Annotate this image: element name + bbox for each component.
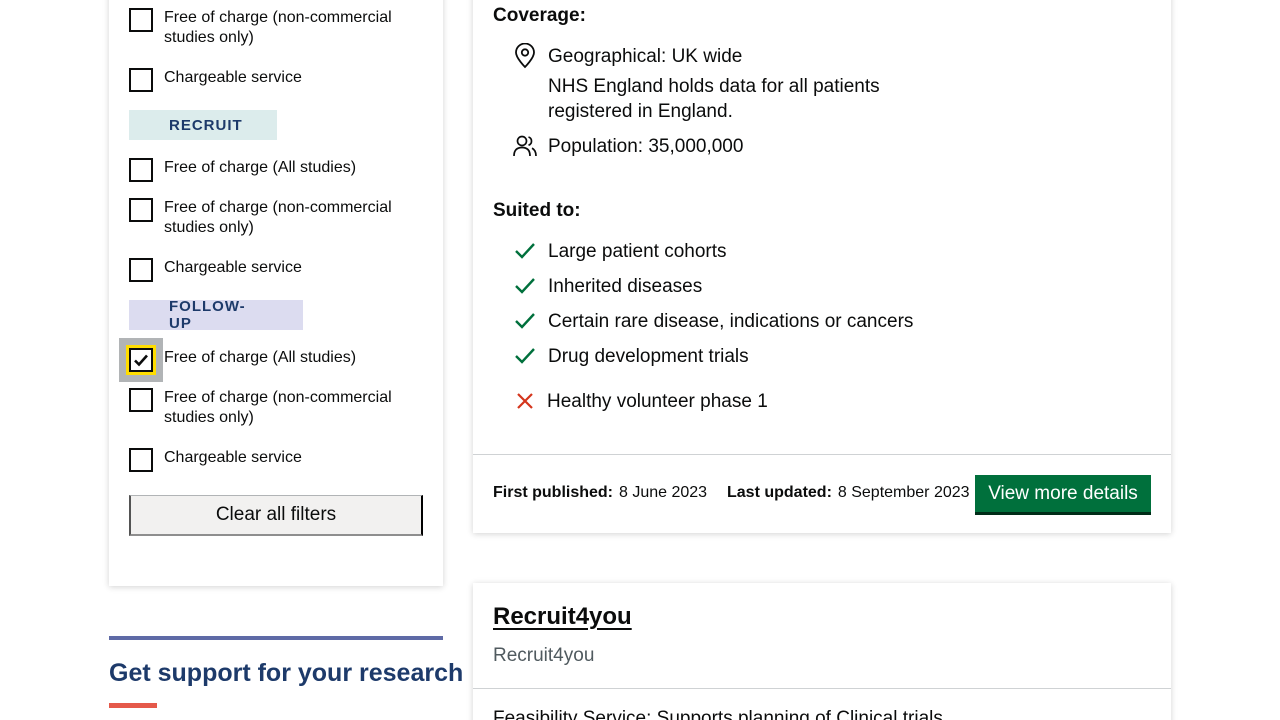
coverage-geo-note: NHS England holds data for all patients … <box>548 76 880 122</box>
view-more-details-button[interactable]: View more details <box>975 475 1151 515</box>
filter-recruit-free-all[interactable]: Free of charge (All studies) <box>129 158 409 182</box>
last-updated: Last updated: 8 September 2023 <box>727 484 970 502</box>
clear-filters-button[interactable]: Clear all filters <box>129 495 423 536</box>
filter-follow-noncommercial[interactable]: Free of charge (non-commercial studies o… <box>129 388 409 428</box>
checkbox[interactable] <box>129 68 153 92</box>
first-published: First published: 8 June 2023 <box>493 484 707 502</box>
last-updated-value: 8 September 2023 <box>837 484 970 501</box>
checkbox[interactable] <box>129 198 153 222</box>
support-accent-bar <box>109 703 157 708</box>
last-updated-label: Last updated: <box>727 484 832 501</box>
checkbox[interactable] <box>129 448 153 472</box>
users-icon <box>512 133 538 159</box>
filter-recruit-noncommercial[interactable]: Free of charge (non-commercial studies o… <box>129 198 409 238</box>
check-icon <box>512 238 538 264</box>
coverage-geographical: Geographical: UK wide <box>548 46 743 67</box>
filter-label: Chargeable service <box>164 69 302 86</box>
filter-follow-chargeable[interactable]: Chargeable service <box>129 448 409 472</box>
check-icon <box>134 354 148 367</box>
check-icon <box>512 273 538 299</box>
suited-item: Certain rare disease, indications or can… <box>548 311 914 332</box>
check-icon <box>512 343 538 369</box>
support-top-rule <box>109 636 443 640</box>
suited-item: Drug development trials <box>548 346 749 367</box>
checkbox[interactable] <box>129 258 153 282</box>
first-published-value: 8 June 2023 <box>619 484 708 501</box>
filter-recruit-chargeable[interactable]: Chargeable service <box>129 258 409 282</box>
cross-icon <box>512 388 538 414</box>
coverage-population: Population: 35,000,000 <box>548 136 744 157</box>
filter-top-noncommercial[interactable]: Free of charge (non-commercial studies o… <box>129 8 409 48</box>
suited-item: Inherited diseases <box>548 276 703 297</box>
service-description: Feasibility Service: Supports planning o… <box>493 708 943 720</box>
tag-follow-up: FOLLOW-UP <box>129 298 303 332</box>
check-icon <box>512 308 538 334</box>
not-suited-item: Healthy volunteer phase 1 <box>547 391 768 412</box>
checkbox[interactable] <box>129 388 153 412</box>
filter-follow-free-all[interactable]: Free of charge (All studies) <box>164 348 409 368</box>
filter-top-chargeable[interactable]: Chargeable service <box>129 68 409 92</box>
filter-label: Free of charge (All studies) <box>164 349 357 366</box>
checkbox[interactable] <box>129 8 153 32</box>
service-provider: Recruit4you <box>493 645 595 666</box>
suited-heading: Suited to: <box>493 200 581 221</box>
checkbox[interactable] <box>129 158 153 182</box>
map-pin-icon <box>512 43 538 69</box>
tag-recruit: RECRUIT <box>129 110 277 140</box>
card2-divider <box>473 688 1171 689</box>
coverage-heading: Coverage: <box>493 5 586 26</box>
filter-label: Chargeable service <box>164 449 302 466</box>
first-published-label: First published: <box>493 484 613 501</box>
support-heading: Get support for your research <box>109 659 464 687</box>
checkbox-checked[interactable] <box>129 348 153 372</box>
checkbox-focus-highlight <box>126 345 156 375</box>
filter-label: Free of charge (non-commercial studies o… <box>164 199 392 236</box>
filter-label: Free of charge (non-commercial studies o… <box>164 389 392 426</box>
checkbox-focus-ring[interactable] <box>119 338 163 382</box>
filter-label: Chargeable service <box>164 259 302 276</box>
card-divider <box>473 454 1171 455</box>
filter-label: Free of charge (non-commercial studies o… <box>164 9 392 46</box>
suited-item: Large patient cohorts <box>548 241 727 262</box>
filter-label: Free of charge (All studies) <box>164 159 357 176</box>
service-title-link[interactable]: Recruit4you <box>493 603 632 631</box>
